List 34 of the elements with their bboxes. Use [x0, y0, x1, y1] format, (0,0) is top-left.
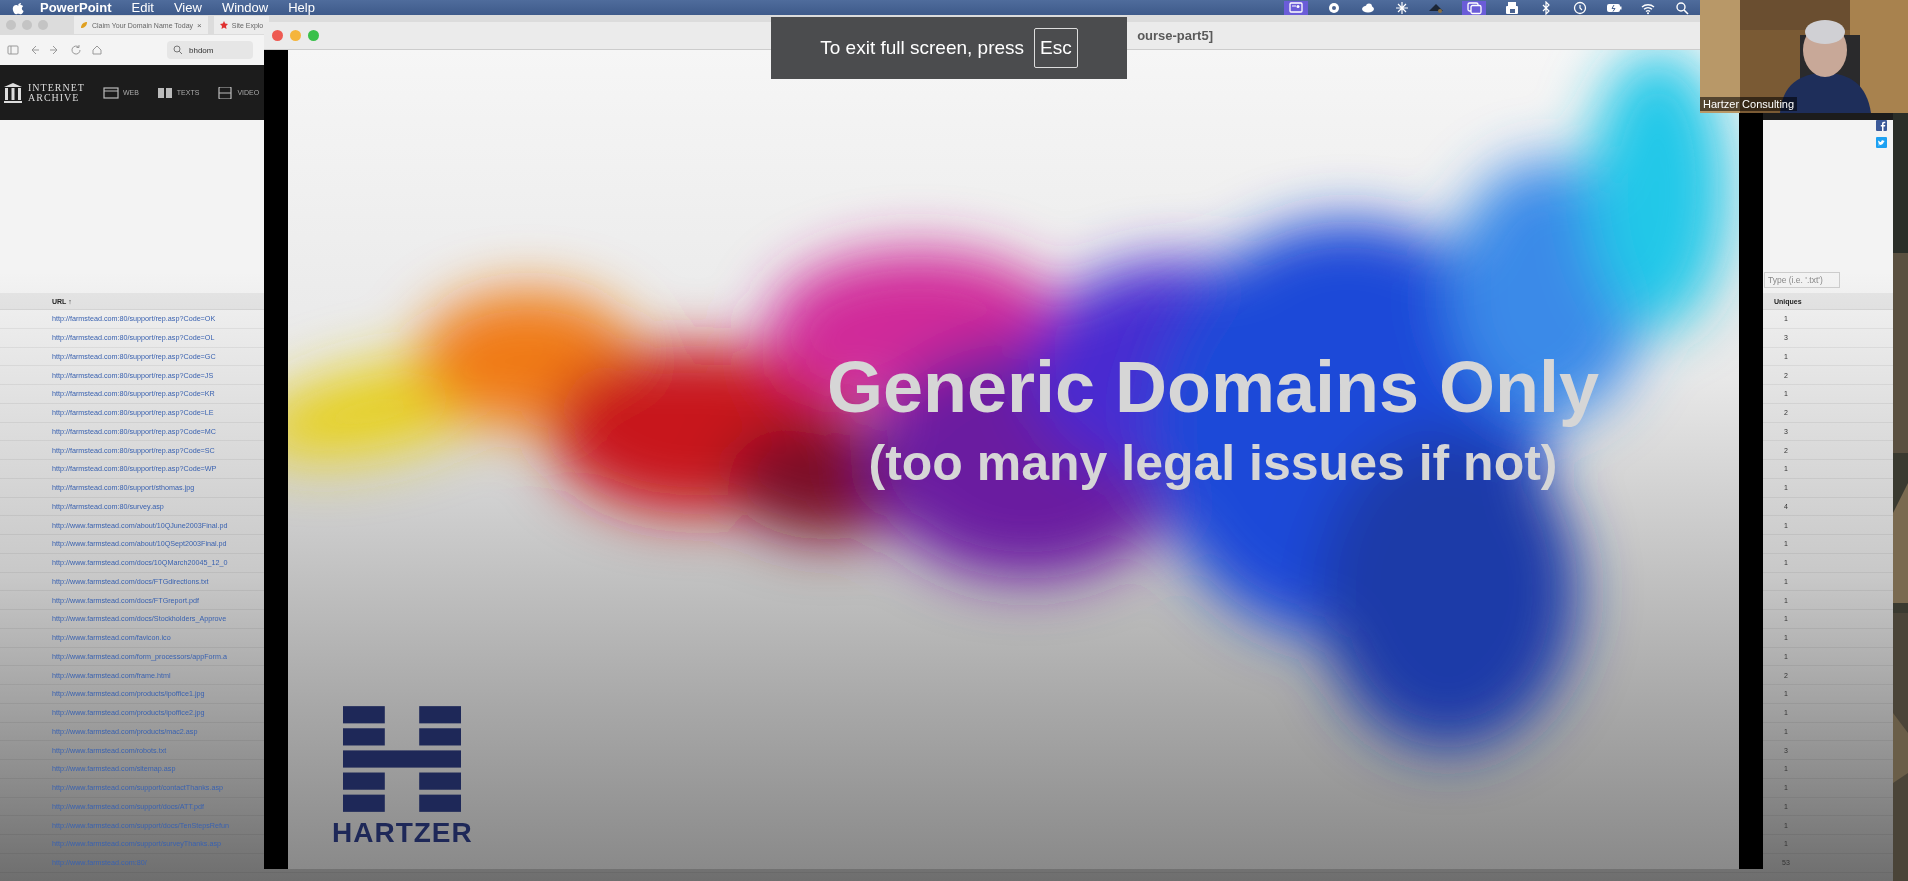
temple-icon[interactable]: [4, 82, 22, 103]
key-label: Esc: [1034, 28, 1078, 68]
window-title: ourse-part5]: [1137, 28, 1213, 43]
logo-text: INTERNET: [28, 82, 85, 93]
menu-item[interactable]: Help: [288, 0, 315, 15]
browser-window-icon: [102, 86, 119, 99]
search-icon: [173, 45, 183, 55]
sparkle-icon[interactable]: [1394, 0, 1410, 15]
menu-item[interactable]: PowerPoint: [40, 0, 112, 15]
apple-icon[interactable]: [12, 0, 24, 15]
window-button[interactable]: [272, 30, 283, 41]
menu-item[interactable]: Window: [221, 0, 269, 15]
search-icon[interactable]: [1674, 0, 1690, 15]
facebook-icon[interactable]: [1876, 120, 1887, 131]
menu-item[interactable]: View: [173, 0, 202, 15]
address-field[interactable]: bhdom: [167, 41, 253, 59]
windows-icon[interactable]: [1462, 0, 1486, 15]
close-button[interactable]: ×: [197, 20, 202, 30]
home-icon[interactable]: [91, 44, 103, 56]
leaf-icon: [80, 21, 88, 29]
notice-text: To exit full screen, press: [820, 37, 1025, 59]
logo-text: ARCHIVE: [28, 92, 81, 103]
clock-icon[interactable]: [1572, 0, 1588, 15]
menu-item[interactable]: Edit: [131, 0, 154, 15]
slide-title: Generic Domains Only: [826, 346, 1600, 429]
contact-card-icon[interactable]: [1284, 0, 1308, 15]
film-icon: [217, 86, 234, 99]
star-icon: [219, 21, 228, 29]
logo-text: HARTZER: [332, 819, 473, 847]
printer-icon[interactable]: [1504, 0, 1520, 15]
slide-subtitle: (too many legal issues if not): [868, 433, 1558, 493]
filter-field[interactable]: Type (i.e. '.txt'): [1764, 272, 1840, 288]
book-icon: [156, 86, 173, 99]
twitter-icon[interactable]: [1876, 137, 1887, 148]
